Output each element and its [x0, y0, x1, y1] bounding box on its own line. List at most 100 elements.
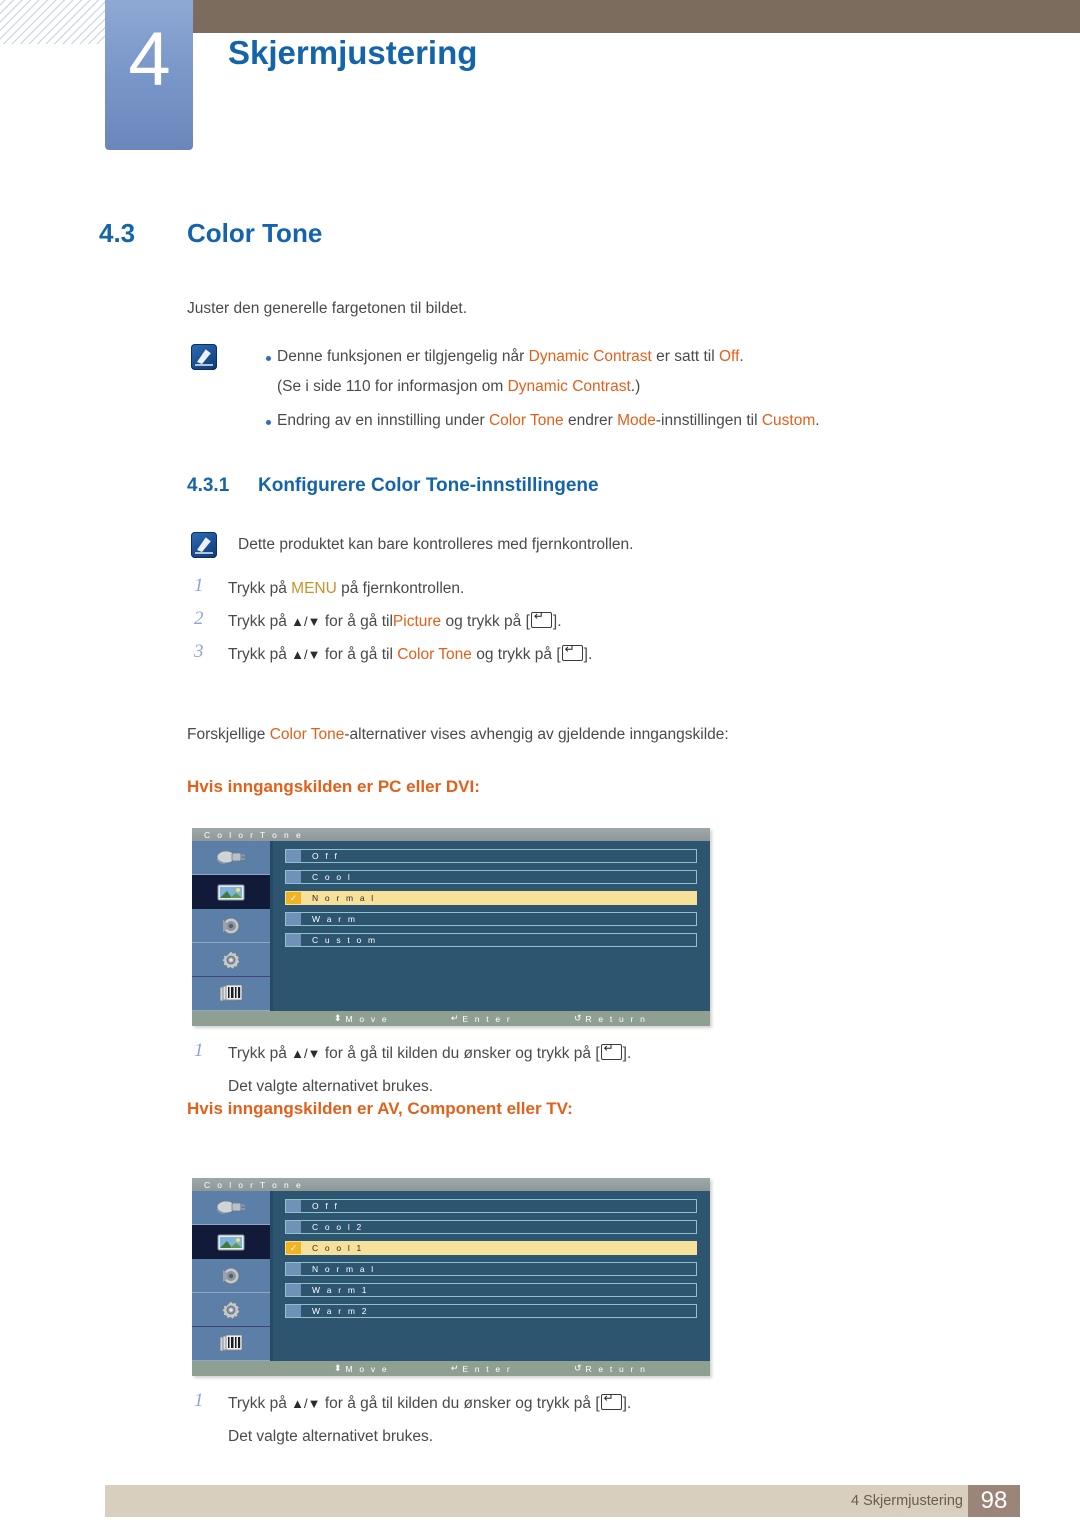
osd-checkbox: [286, 934, 301, 946]
osd-option-label: W a r m: [312, 914, 358, 924]
multi-control-icon: [219, 1334, 243, 1351]
updown-arrows-icon: ▲/▼: [291, 614, 321, 629]
osd-option-label: C o o l 1: [312, 1243, 364, 1253]
osd-body: O f f C o o l 2 ✓ C o o l 1 N o r m a l …: [192, 1191, 710, 1361]
osd-option-row[interactable]: O f f: [285, 849, 697, 863]
osd-hint-move: ⬍ M o v e: [334, 1013, 389, 1024]
note-b1-part-e: .: [739, 348, 744, 365]
sidebar-item-multi-control[interactable]: [192, 977, 270, 1011]
step3-b: for å gå til: [320, 646, 398, 663]
osd-option-row[interactable]: W a r m 1: [285, 1283, 697, 1297]
sidebar-item-multi-control[interactable]: [192, 1327, 270, 1361]
page-title: Color Tone: [187, 218, 323, 248]
subsection-number: 4.3.1: [187, 475, 230, 496]
picture-icon: [217, 884, 245, 900]
osd-hint-return: ↺ R e t u r n: [574, 1363, 647, 1374]
return-icon: ↺: [573, 1013, 582, 1023]
step3-d: ].: [583, 646, 593, 663]
step-number: 1: [194, 575, 204, 596]
osd-title-bar: C o l o r T o n e: [192, 1178, 710, 1191]
note-b1l2-dynamic-contrast: Dynamic Contrast: [507, 378, 631, 395]
note-b2-mode: Mode: [617, 412, 656, 429]
enter-key-icon: [530, 609, 552, 628]
osd-checkbox-checked: ✓: [286, 892, 301, 904]
osd-checkbox: [286, 1221, 301, 1233]
osd-body: O f f C o o l ✓ N o r m a l W a r m C u …: [192, 841, 710, 1011]
osd-pc-step-sub: Det valgte alternativet brukes.: [228, 1078, 434, 1095]
enter-key-icon: [600, 1041, 622, 1060]
sidebar-item-picture[interactable]: [192, 875, 270, 909]
osd-option-label: C o o l: [312, 872, 352, 882]
sound-icon: [222, 917, 240, 934]
osd-option-label: C u s t o m: [312, 935, 378, 945]
osd-hint-return: ↺ R e t u r n: [574, 1013, 647, 1024]
footer-chapter-label: 4 Skjermjustering: [850, 1493, 963, 1509]
sidebar-item-setup[interactable]: [192, 943, 270, 977]
avstep-a: Trykk på: [228, 1395, 292, 1412]
pcstep-b: for å gå til kilden du ønsker og trykk p…: [320, 1045, 600, 1062]
sound-icon: [222, 1267, 240, 1284]
note-b1-part-a: Denne funksjonen er tilgjengelig når: [277, 348, 529, 365]
osd-option-row[interactable]: C o o l: [285, 870, 697, 884]
osd-option-row[interactable]: N o r m a l: [285, 1262, 697, 1276]
osd-checkbox: [286, 850, 301, 862]
sidebar-item-picture[interactable]: [192, 1225, 270, 1259]
osd-option-row-selected[interactable]: ✓ C o o l 1: [285, 1241, 697, 1255]
osd-option-row[interactable]: W a r m 2: [285, 1304, 697, 1318]
osd-screenshot-pc: C o l o r T o n e O f f C o o l ✓ N o r …: [192, 828, 710, 1026]
sidebar-item-setup[interactable]: [192, 1293, 270, 1327]
note-b2-part-g: .: [815, 412, 820, 429]
osd-checkbox-checked: ✓: [286, 1242, 301, 1254]
osd-checkbox: [286, 871, 301, 883]
note-bullet-1: Denne funksjonen er tilgjengelig når Dyn…: [277, 345, 917, 368]
chapter-number: 4: [128, 17, 170, 102]
input-source-icon: [216, 1200, 245, 1214]
osd-checkbox: [286, 913, 301, 925]
sidebar-item-input-source[interactable]: [192, 1191, 270, 1225]
note-b1l2-part-c: .): [630, 378, 641, 395]
osd-hint-return-label: R e t u r n: [585, 1013, 648, 1024]
note-b1-off: Off: [719, 348, 740, 365]
note-icon: [191, 344, 217, 370]
osd-option-label: N o r m a l: [312, 893, 376, 903]
step1-b: på fjernkontrollen.: [336, 580, 465, 597]
step-number: 1: [194, 1390, 204, 1411]
variants-b: -alternativer vises avhengig av gjeldend…: [344, 726, 729, 743]
section-intro: Juster den generelle fargetonen til bild…: [187, 300, 468, 317]
osd-option-label: W a r m 1: [312, 1285, 369, 1295]
step2-c: og trykk på [: [441, 613, 530, 630]
section-number: 4.3: [99, 218, 136, 248]
osd-option-row[interactable]: C o o l 2: [285, 1220, 697, 1234]
osd-checkbox: [286, 1200, 301, 1212]
note-b2-custom: Custom: [761, 412, 816, 429]
sidebar-item-sound[interactable]: [192, 1259, 270, 1293]
note-b2-part-a: Endring av en innstilling under: [277, 412, 489, 429]
osd-option-row-selected[interactable]: ✓ N o r m a l: [285, 891, 697, 905]
subsection-note: Dette produktet kan bare kontrolleres me…: [238, 536, 634, 553]
return-icon: ↺: [573, 1363, 582, 1373]
step2-d: ].: [552, 613, 562, 630]
osd-option-row[interactable]: W a r m: [285, 912, 697, 926]
note-b1l2-part-a: (Se i side 110 for informasjon om: [277, 378, 508, 395]
step-number: 3: [194, 641, 204, 662]
pcstep-a: Trykk på: [228, 1045, 292, 1062]
sidebar-item-sound[interactable]: [192, 909, 270, 943]
step-number: 2: [194, 608, 204, 629]
osd-sidebar: [192, 1191, 273, 1361]
input-source-icon: [216, 850, 245, 864]
multi-control-icon: [219, 984, 243, 1001]
note-b2-part-e: -innstillingen til: [655, 412, 762, 429]
osd-hint-enter-label: E n t e r: [462, 1013, 512, 1024]
note-bullet-2: Endring av en innstilling under Color To…: [277, 409, 917, 432]
note-icon: [191, 532, 217, 558]
osd-checkbox: [286, 1263, 301, 1275]
note-b2-part-c: endrer: [563, 412, 618, 429]
osd-option-label: W a r m 2: [312, 1306, 369, 1316]
osd-option-list: O f f C o o l ✓ N o r m a l W a r m C u …: [273, 841, 710, 1011]
avstep-b: for å gå til kilden du ønsker og trykk p…: [320, 1395, 600, 1412]
osd-option-row[interactable]: O f f: [285, 1199, 697, 1213]
step-1-text: Trykk på MENU på fjernkontrollen.: [228, 577, 464, 600]
sidebar-item-input-source[interactable]: [192, 841, 270, 875]
osd-option-label: O f f: [312, 1201, 340, 1211]
osd-option-row[interactable]: C u s t o m: [285, 933, 697, 947]
